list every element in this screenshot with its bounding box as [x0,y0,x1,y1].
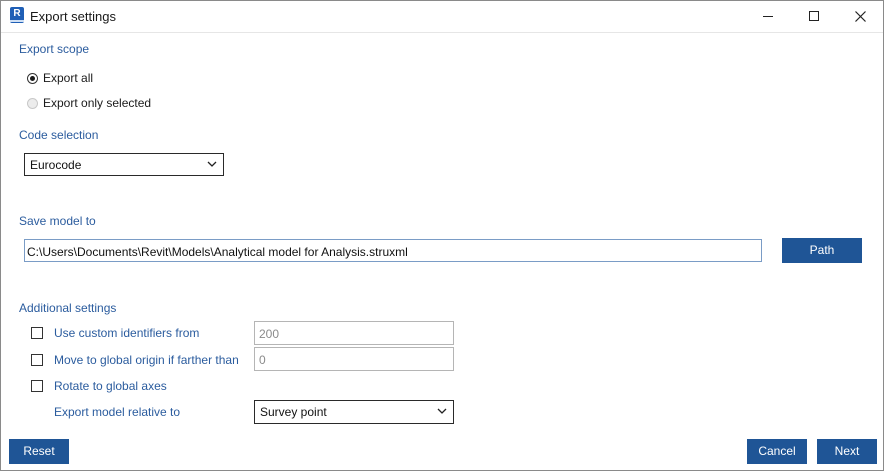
save-path-field[interactable]: C:\Users\Documents\Revit\Models\Analytic… [24,239,762,262]
code-selection-dropdown[interactable]: Eurocode [24,153,224,176]
code-selection-value: Eurocode [30,158,82,172]
chevron-down-icon [207,161,217,167]
move-origin-label: Move to global origin if farther than [54,353,239,367]
minimize-button[interactable] [745,1,791,32]
chevron-down-icon [437,408,447,414]
export-settings-window: R Export settings Export scope Export al… [0,0,884,471]
custom-identifiers-label: Use custom identifiers from [54,326,200,340]
move-origin-field[interactable]: 0 [254,347,454,371]
save-path-value: C:\Users\Documents\Revit\Models\Analytic… [27,245,408,259]
export-all-label: Export all [43,71,94,85]
additional-settings-label: Additional settings [19,301,117,315]
window-title: Export settings [30,9,116,24]
close-button[interactable] [837,1,883,32]
title-bar: R Export settings [1,1,883,33]
export-scope-label: Export scope [19,42,90,56]
path-button[interactable]: Path [782,238,862,263]
relative-to-label: Export model relative to [54,405,181,419]
export-all-radio[interactable] [27,73,38,84]
move-origin-checkbox[interactable] [31,354,43,366]
maximize-button[interactable] [791,1,837,32]
rotate-axes-checkbox[interactable] [31,380,43,392]
reset-button[interactable]: Reset [9,439,69,464]
cancel-button[interactable]: Cancel [747,439,807,464]
next-button[interactable]: Next [817,439,877,464]
custom-identifiers-field[interactable]: 200 [254,321,454,345]
export-only-selected-label: Export only selected [43,96,152,110]
relative-to-value: Survey point [260,405,327,419]
code-selection-label: Code selection [19,128,99,142]
custom-identifiers-value: 200 [259,327,280,341]
move-origin-value: 0 [259,353,266,367]
rotate-axes-label: Rotate to global axes [54,379,167,393]
relative-to-dropdown[interactable]: Survey point [254,400,454,424]
revit-app-icon: R [10,7,24,23]
close-icon [855,11,866,22]
save-model-label: Save model to [19,214,96,228]
export-only-selected-radio[interactable] [27,98,38,109]
custom-identifiers-checkbox[interactable] [31,327,43,339]
